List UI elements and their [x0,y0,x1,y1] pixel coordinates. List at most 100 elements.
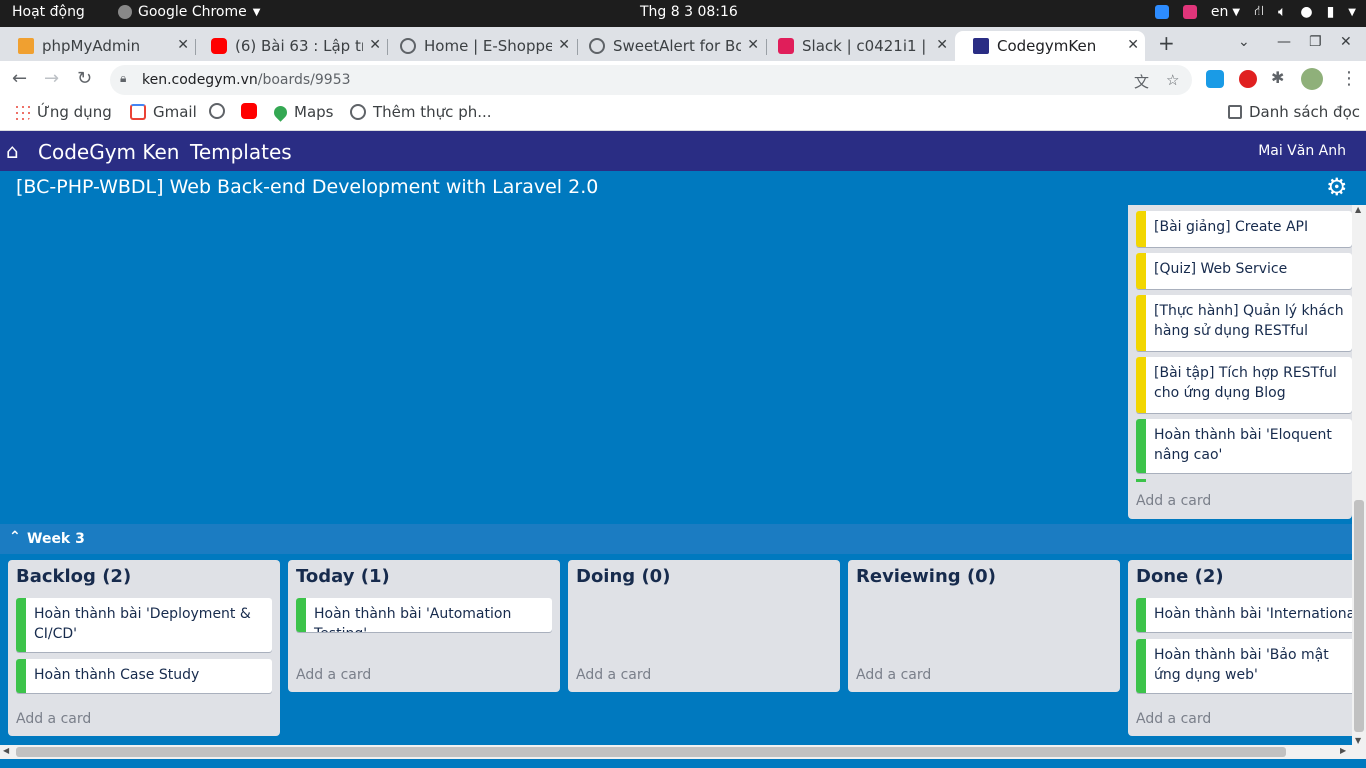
new-tab-button[interactable]: + [1158,31,1175,55]
scroll-up-arrow-icon[interactable]: ▲ [1355,205,1361,214]
tab-slack[interactable]: Slack | c0421i1 | Co ✕ [760,31,954,61]
scrollbar-thumb[interactable] [16,747,1286,757]
list-item[interactable]: Hoàn thành bài 'Eloquent nâng cao' [1136,419,1352,473]
globe-icon [400,38,416,54]
gear-icon[interactable]: ⚙ [1326,173,1348,201]
bookmark-youtube[interactable] [241,103,257,119]
week-3-header[interactable]: ⌃ Week 3 [0,524,1352,554]
reload-button[interactable]: ↻ [77,68,92,89]
back-button[interactable]: ← [12,68,27,89]
globe-icon [350,104,366,120]
tab-eshopper[interactable]: Home | E-Shopper ✕ [382,31,576,61]
list-item[interactable]: Hoàn thành bài 'Bảo mật ứng dụng web' [1136,639,1352,693]
app-tray-icon[interactable] [1182,5,1197,19]
card-label [296,598,306,632]
zoom-icon[interactable] [1154,5,1169,19]
extension-shield-icon[interactable] [1239,70,1257,88]
url-path: /boards/9953 [257,72,351,88]
reading-list-button[interactable]: Danh sách đọc [1228,103,1360,121]
chevron-down-icon: ▼ [252,6,261,18]
address-bar[interactable]: 🔒︎ ken.codegym.vn/boards/9953 文 ☆ [110,65,1192,95]
list-item[interactable]: [Thực hành] Quản lý khách hàng sử dụng R… [1136,295,1352,351]
list-item[interactable]: Hoàn thành bài 'Internationalization' [1136,598,1352,632]
globe-icon [589,38,605,54]
tab-search-icon[interactable]: ⌄ [1238,34,1250,50]
card-label [1136,598,1146,632]
tab-codegymken[interactable]: CodegymKen ✕ [955,31,1145,61]
list-item[interactable]: [Bài giảng] Create API [1136,211,1352,247]
tab-sweetalert[interactable]: SweetAlert for Bo ✕ [571,31,765,61]
list-item[interactable]: [Quiz] Web Service [1136,253,1352,289]
tab-youtube[interactable]: (6) Bài 63 : Lập trìn ✕ [193,31,387,61]
restore-button[interactable]: ❐ [1309,34,1322,50]
chevron-down-icon[interactable]: ▼ [1348,7,1356,18]
bookmark-more[interactable]: Thêm thực ph... [350,103,492,121]
forward-button[interactable]: → [44,68,59,89]
list-title[interactable]: Backlog (2) [16,566,131,587]
bookmark-star-icon[interactable]: ☆ [1166,71,1179,89]
profile-avatar[interactable] [1301,68,1323,90]
clock[interactable]: Thg 8 3 08:16 [640,4,738,20]
close-icon[interactable]: ✕ [369,37,381,53]
list-item[interactable]: [Bài tập] Tích hợp RESTful cho ứng dụng … [1136,357,1352,413]
extension-fi-icon[interactable] [1206,70,1224,88]
lock-icon[interactable]: 🔒︎ [120,71,126,86]
tab-title: CodegymKen [997,37,1097,55]
volume-icon[interactable]: 🔈︎ [1278,4,1286,20]
user-menu[interactable]: Mai Văn Anh [1258,143,1346,159]
horizontal-scrollbar[interactable]: ◀ ▶ [0,745,1366,759]
battery-icon[interactable]: ▮ [1327,4,1335,20]
minimize-button[interactable]: — [1277,34,1291,50]
scroll-right-arrow-icon[interactable]: ▶ [1340,746,1346,755]
microphone-icon[interactable]: ● [1300,4,1312,20]
activities-button[interactable]: Hoạt động [12,4,85,20]
system-tray[interactable]: en ▼ ⛙ 🔈︎ ● ▮ ▼ [1154,3,1356,21]
close-icon[interactable]: ✕ [1127,37,1139,53]
network-icon[interactable]: ⛙ [1254,3,1264,21]
close-icon[interactable]: ✕ [747,37,759,53]
add-card-button[interactable]: Add a card [1136,711,1211,727]
bookmark-maps[interactable]: Maps [271,102,333,122]
home-icon[interactable]: ⌂ [6,139,19,163]
list-item[interactable]: Hoàn thành bài 'Deployment & CI/CD' [16,598,272,652]
youtube-icon [241,103,257,119]
add-card-button[interactable]: Add a card [1136,493,1211,509]
url-host: ken.codegym.vn [142,72,258,88]
tab-phpmyadmin[interactable]: phpMyAdmin ✕ [0,31,195,61]
close-window-button[interactable]: ✕ [1340,34,1352,50]
extensions-puzzle-icon[interactable]: ✱ [1271,68,1284,87]
chevron-up-icon[interactable]: ⌃ [9,529,21,545]
bookmark-apps[interactable]: Ứng dụng [14,103,112,121]
app-menu[interactable]: Google Chrome ▼ [118,4,260,20]
close-icon[interactable]: ✕ [936,37,948,53]
maps-pin-icon [271,102,290,122]
close-icon[interactable]: ✕ [177,37,189,53]
translate-icon[interactable]: 文 [1134,71,1149,92]
list-title[interactable]: Doing (0) [576,566,670,587]
add-card-button[interactable]: Add a card [296,667,371,683]
scroll-down-arrow-icon[interactable]: ▼ [1355,736,1361,745]
vertical-scrollbar[interactable]: ▲ ▼ [1352,205,1366,745]
language-indicator[interactable]: en [1211,4,1229,20]
bookmark-gmail[interactable]: Gmail [130,103,197,121]
menu-kebab-icon[interactable]: ⋮ [1340,68,1358,89]
scrollbar-thumb[interactable] [1354,500,1364,732]
close-icon[interactable]: ✕ [558,37,570,53]
list-done: Done (2) Hoàn thành bài 'Internationaliz… [1128,560,1352,736]
list-week2-done: [Bài giảng] Create API [Quiz] Web Servic… [1128,205,1352,519]
list-title[interactable]: Reviewing (0) [856,566,996,587]
add-card-button[interactable]: Add a card [576,667,651,683]
list-title[interactable]: Today (1) [296,566,390,587]
brand-link[interactable]: CodeGym Ken [38,140,179,164]
tab-title: phpMyAdmin [42,37,141,55]
add-card-button[interactable]: Add a card [856,667,931,683]
browser-toolbar: ← → ↻ 🔒︎ ken.codegym.vn/boards/9953 文 ☆ … [0,61,1366,97]
add-card-button[interactable]: Add a card [16,711,91,727]
list-item[interactable]: Hoàn thành bài 'Automation Testing' [296,598,552,632]
templates-link[interactable]: Templates [190,140,292,164]
card-title: Hoàn thành bài 'Bảo mật ứng dụng web' [1154,647,1329,683]
list-title[interactable]: Done (2) [1136,566,1224,587]
scroll-left-arrow-icon[interactable]: ◀ [3,746,9,755]
bookmark-globe[interactable] [209,103,225,119]
list-item[interactable]: Hoàn thành Case Study [16,659,272,693]
